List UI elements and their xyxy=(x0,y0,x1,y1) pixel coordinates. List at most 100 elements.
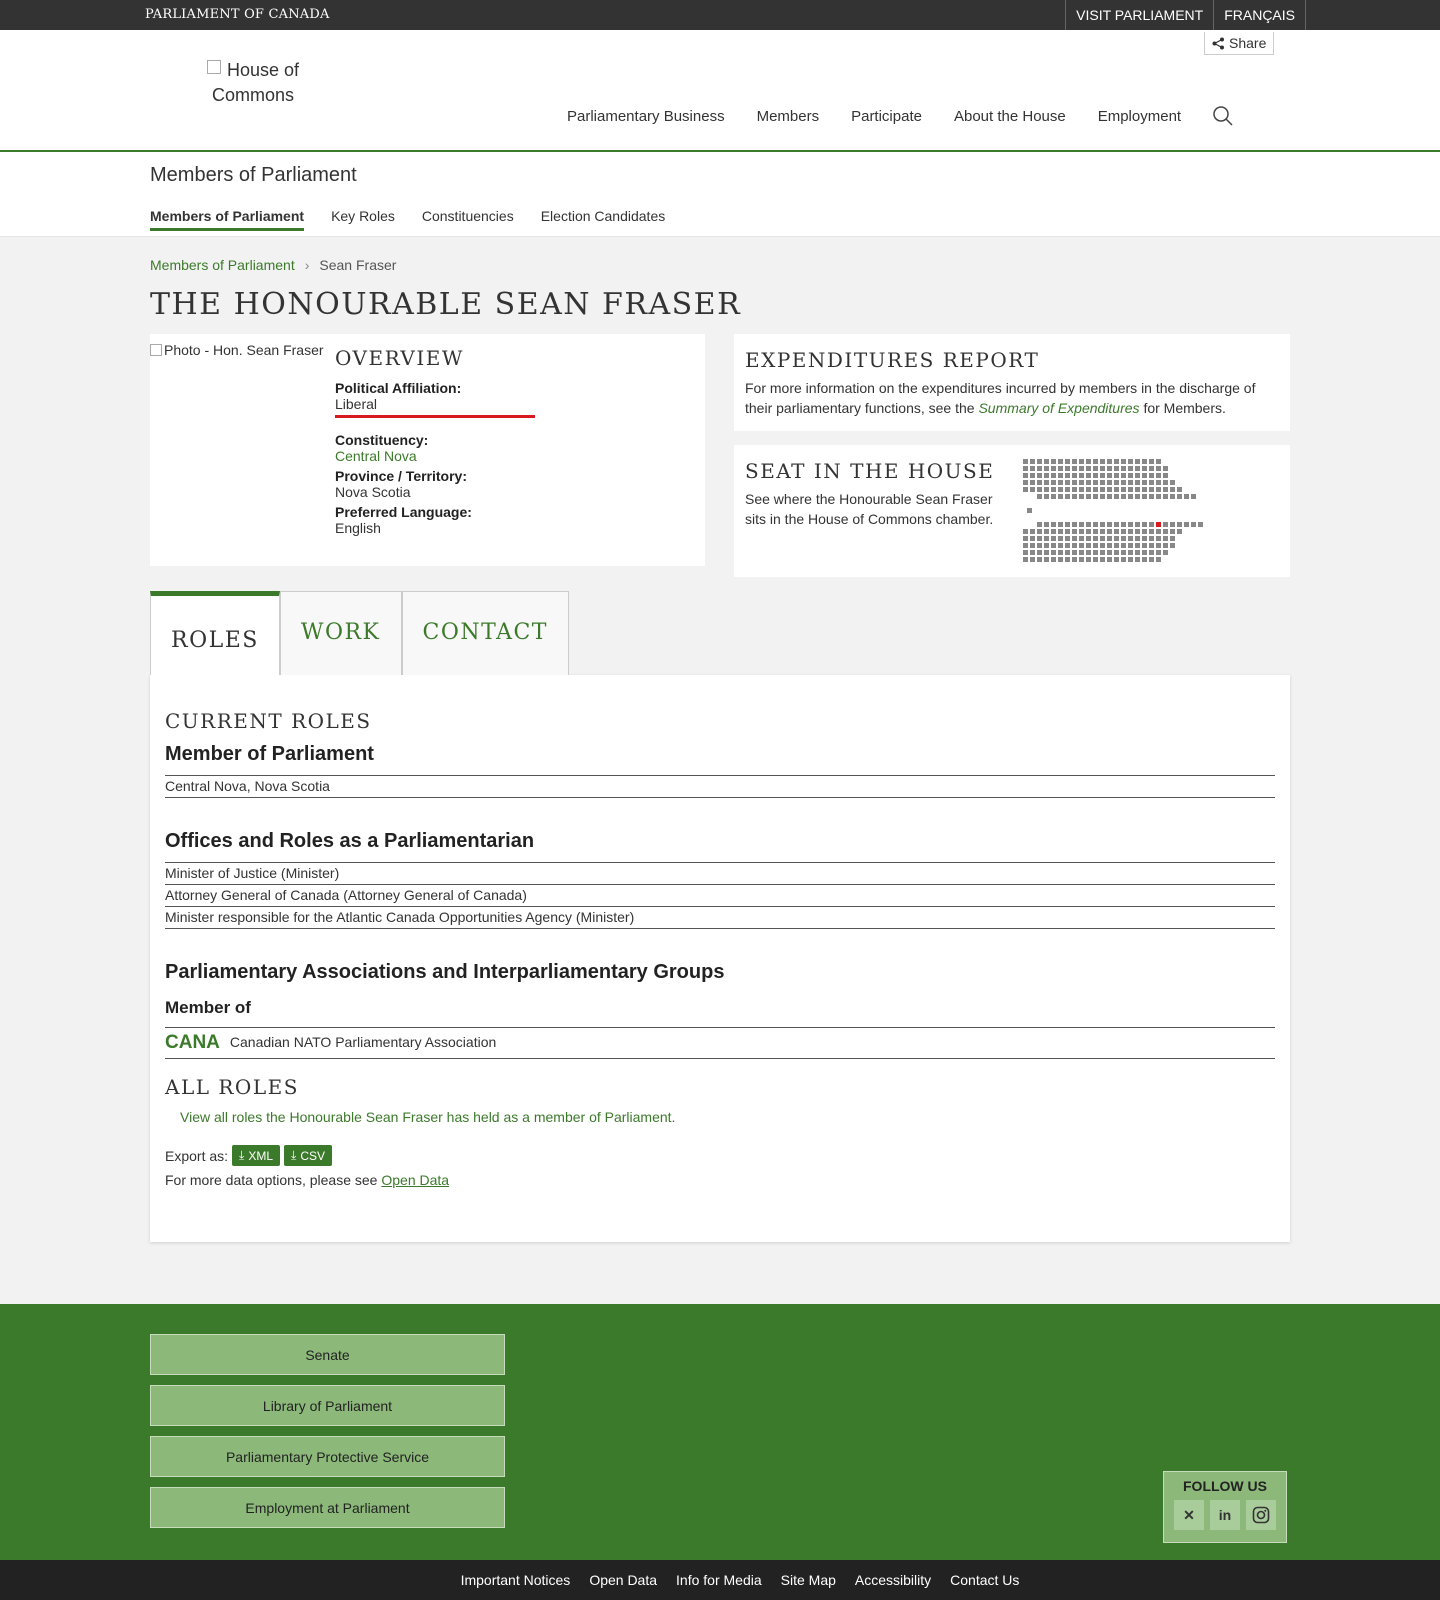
share-button[interactable]: Share xyxy=(1204,32,1275,55)
seat xyxy=(1100,543,1105,548)
seat xyxy=(1107,473,1112,478)
seat xyxy=(1079,550,1084,555)
profile-row: Photo - Hon. Sean Fraser OVERVIEW Politi… xyxy=(150,334,1290,577)
house-of-commons-logo[interactable]: House of Commons xyxy=(178,58,328,108)
all-roles-heading: ALL ROLES xyxy=(165,1075,299,1099)
x-icon[interactable]: ✕ xyxy=(1174,1500,1204,1530)
seat xyxy=(1079,487,1084,492)
association-abbr-link[interactable]: CANA xyxy=(165,1033,220,1052)
nav-participate[interactable]: Participate xyxy=(851,108,922,125)
section-tabs: Members of Parliament Key Roles Constitu… xyxy=(150,208,665,231)
seat xyxy=(1086,466,1091,471)
seat xyxy=(1163,487,1168,492)
constituency-link[interactable]: Central Nova xyxy=(335,448,417,464)
seat xyxy=(1114,550,1119,555)
seat xyxy=(1058,550,1063,555)
open-data-footer-link[interactable]: Open Data xyxy=(589,1572,657,1588)
seat xyxy=(1079,480,1084,485)
seat xyxy=(1121,550,1126,555)
tab-work[interactable]: WORK xyxy=(279,591,402,675)
seat xyxy=(1079,459,1084,464)
view-all-roles-link[interactable]: View all roles the Honourable Sean Frase… xyxy=(180,1109,1275,1125)
breadcrumb-parent[interactable]: Members of Parliament xyxy=(150,257,295,273)
seat xyxy=(1142,494,1147,499)
seat xyxy=(1023,543,1028,548)
seat xyxy=(1184,494,1189,499)
seat xyxy=(1128,550,1133,555)
seat xyxy=(1044,536,1049,541)
site-map-link[interactable]: Site Map xyxy=(781,1572,836,1588)
seat xyxy=(1121,480,1126,485)
seat xyxy=(1135,550,1140,555)
download-icon: ⤓ xyxy=(291,1148,297,1162)
seat xyxy=(1051,536,1056,541)
seat xyxy=(1086,557,1091,562)
seat xyxy=(1149,487,1154,492)
seat xyxy=(1023,529,1028,534)
seat xyxy=(1170,480,1175,485)
tab-election-candidates[interactable]: Election Candidates xyxy=(541,208,666,231)
seat xyxy=(1121,536,1126,541)
info-for-media-link[interactable]: Info for Media xyxy=(676,1572,762,1588)
seat xyxy=(1114,543,1119,548)
seat xyxy=(1072,480,1077,485)
seat xyxy=(1086,536,1091,541)
nav-members[interactable]: Members xyxy=(757,108,820,125)
export-xml-button[interactable]: ⤓ XML xyxy=(232,1145,281,1166)
seat xyxy=(1051,529,1056,534)
tab-contact[interactable]: CONTACT xyxy=(401,591,569,675)
seat xyxy=(1107,536,1112,541)
francais-link[interactable]: FRANÇAIS xyxy=(1213,0,1306,30)
nav-employment[interactable]: Employment xyxy=(1098,108,1181,125)
seat xyxy=(1093,494,1098,499)
tab-roles[interactable]: ROLES xyxy=(150,591,280,675)
tab-key-roles[interactable]: Key Roles xyxy=(331,208,395,231)
nav-about-the-house[interactable]: About the House xyxy=(954,108,1066,125)
seat xyxy=(1156,494,1161,499)
nav-parliamentary-business[interactable]: Parliamentary Business xyxy=(567,108,725,125)
open-data-link[interactable]: Open Data xyxy=(381,1172,449,1188)
seat xyxy=(1058,459,1063,464)
seat xyxy=(1037,466,1042,471)
library-button[interactable]: Library of Parliament xyxy=(150,1385,505,1426)
visit-parliament-link[interactable]: VISIT PARLIAMENT xyxy=(1065,0,1213,30)
share-icon xyxy=(1212,37,1224,49)
seat xyxy=(1065,550,1070,555)
search-button[interactable] xyxy=(1213,106,1233,126)
employment-button[interactable]: Employment at Parliament xyxy=(150,1487,505,1528)
seat xyxy=(1044,466,1049,471)
accessibility-link[interactable]: Accessibility xyxy=(855,1572,931,1588)
summary-of-expenditures-link[interactable]: Summary of Expenditures xyxy=(978,400,1139,416)
seat xyxy=(1156,480,1161,485)
seat xyxy=(1030,543,1035,548)
seat xyxy=(1142,557,1147,562)
overview-card: Photo - Hon. Sean Fraser OVERVIEW Politi… xyxy=(150,334,705,566)
seat xyxy=(1163,480,1168,485)
seat xyxy=(1065,487,1070,492)
instagram-icon[interactable] xyxy=(1246,1500,1276,1530)
seat xyxy=(1114,557,1119,562)
tab-members-of-parliament[interactable]: Members of Parliament xyxy=(150,208,305,231)
export-csv-button[interactable]: ⤓ CSV xyxy=(284,1145,333,1166)
seat xyxy=(1142,466,1147,471)
seat xyxy=(1023,473,1028,478)
breadcrumb-current: Sean Fraser xyxy=(319,257,397,273)
seat xyxy=(1051,487,1056,492)
page-title: THE HONOURABLE SEAN FRASER xyxy=(150,287,742,322)
seat xyxy=(1058,487,1063,492)
important-notices-link[interactable]: Important Notices xyxy=(461,1572,571,1588)
seat xyxy=(1149,529,1154,534)
list-item: CANA Canadian NATO Parliamentary Associa… xyxy=(165,1028,1275,1059)
current-roles-heading: CURRENT ROLES xyxy=(165,709,372,733)
protective-service-button[interactable]: Parliamentary Protective Service xyxy=(150,1436,505,1477)
seat xyxy=(1191,522,1196,527)
contact-us-link[interactable]: Contact Us xyxy=(950,1572,1019,1588)
linkedin-icon[interactable]: in xyxy=(1210,1500,1240,1530)
seating-chart[interactable] xyxy=(1023,459,1263,567)
seat xyxy=(1093,536,1098,541)
senate-button[interactable]: Senate xyxy=(150,1334,505,1375)
tab-constituencies[interactable]: Constituencies xyxy=(422,208,514,231)
overview-details: Political Affiliation: Liberal Constitue… xyxy=(335,380,535,536)
offices-heading: Offices and Roles as a Parliamentarian xyxy=(165,830,535,852)
seat xyxy=(1093,550,1098,555)
